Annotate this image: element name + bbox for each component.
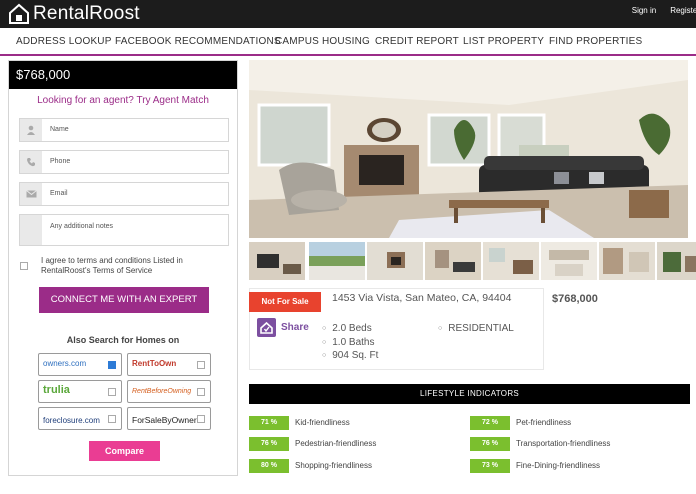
share-icon — [257, 318, 276, 337]
property-type-feature: RESIDENTIAL — [438, 323, 514, 334]
partner-label: trulia — [43, 384, 70, 396]
notes-field[interactable]: Any additional notes — [19, 214, 229, 246]
photo-thumbnail[interactable] — [367, 242, 423, 280]
partner-label: RentBeforeOwning — [132, 388, 192, 395]
notes-placeholder: Any additional notes — [50, 223, 114, 230]
photo-thumbnail[interactable] — [541, 242, 597, 280]
terms-checkbox[interactable] — [20, 262, 28, 270]
top-bar: RentalRoost Sign in Register — [0, 0, 696, 28]
listing-main-photo[interactable] — [249, 60, 688, 238]
envelope-icon — [20, 183, 42, 205]
register-link[interactable]: Register — [670, 6, 696, 15]
agent-match-title: Looking for an agent? Try Agent Match — [37, 95, 209, 106]
lifestyle-label: Pet-friendliness — [516, 418, 572, 427]
partner-renttoown[interactable]: RentToOwn — [127, 353, 211, 376]
share-label: Share — [281, 322, 309, 333]
email-placeholder: Email — [50, 190, 68, 197]
house-logo-icon — [9, 3, 29, 24]
lifestyle-percent: 76 % — [249, 437, 289, 451]
partner-checkbox[interactable] — [108, 361, 116, 369]
partner-checkbox[interactable] — [108, 415, 116, 423]
photo-thumbnail[interactable] — [599, 242, 655, 280]
lifestyle-label: Fine-Dining-friendliness — [516, 461, 601, 470]
phone-placeholder: Phone — [50, 158, 71, 165]
lifestyle-label: Kid-friendliness — [295, 418, 350, 427]
panel-price: $768,000 — [9, 61, 237, 89]
partner-owners[interactable]: owners.com — [38, 353, 122, 376]
beds-feature: 2.0 Beds — [322, 323, 371, 334]
partner-checkbox[interactable] — [108, 388, 116, 396]
partner-rentbeforeowning[interactable]: RentBeforeOwning — [127, 380, 211, 403]
nav-campus-housing[interactable]: CAMPUS HOUSING — [275, 36, 370, 47]
logo[interactable]: RentalRoost — [8, 2, 140, 26]
partner-label: RentToOwn — [132, 359, 177, 368]
photo-thumbnail[interactable] — [249, 242, 305, 280]
share-button[interactable]: Share — [257, 318, 309, 337]
compare-button[interactable]: Compare — [89, 441, 160, 461]
partner-label: ForSaleByOwner — [132, 415, 197, 425]
partner-foreclosure[interactable]: foreclosure.com — [38, 407, 122, 430]
nav-facebook-recommendations[interactable]: FACEBOOK RECOMMENDATIONS — [115, 36, 281, 47]
partner-trulia[interactable]: trulia — [38, 380, 122, 403]
sign-in-link[interactable]: Sign in — [632, 6, 656, 15]
phone-icon — [20, 151, 42, 173]
photo-thumbnail[interactable] — [425, 242, 481, 280]
lifestyle-percent: 71 % — [249, 416, 289, 430]
also-search-heading: Also Search for Homes on — [66, 335, 180, 345]
logo-text: RentalRoost — [33, 3, 140, 24]
living-room-image — [249, 60, 688, 238]
partner-label: foreclosure.com — [43, 416, 100, 425]
lifestyle-header: LIFESTYLE INDICATORS — [249, 384, 690, 404]
partner-checkbox[interactable] — [197, 388, 205, 396]
partner-checkbox[interactable] — [197, 415, 205, 423]
main-nav: ADDRESS LOOKUP FACEBOOK RECOMMENDATIONS … — [0, 28, 696, 56]
photo-thumbnail[interactable] — [657, 242, 696, 280]
lifestyle-label: Shopping-friendliness — [295, 461, 372, 470]
nav-address-lookup[interactable]: ADDRESS LOOKUP — [16, 36, 112, 47]
photo-thumbnail[interactable] — [483, 242, 539, 280]
agent-match-panel: $768,000 Looking for an agent? Try Agent… — [8, 60, 238, 476]
phone-field[interactable]: Phone — [19, 150, 229, 174]
notes-icon-area — [20, 215, 42, 245]
photo-thumbnail-strip — [249, 242, 696, 280]
lifestyle-percent: 73 % — [470, 459, 510, 473]
lifestyle-label: Transportation-friendliness — [516, 439, 611, 448]
partner-forsalebyowner[interactable]: ForSaleByOwner — [127, 407, 211, 430]
name-field[interactable]: Name — [19, 118, 229, 142]
nav-list-property[interactable]: LIST PROPERTY — [463, 36, 544, 47]
baths-feature: 1.0 Baths — [322, 337, 374, 348]
status-badge: Not For Sale — [249, 292, 321, 312]
terms-text: I agree to terms and conditions Listed i… — [41, 256, 183, 275]
photo-thumbnail[interactable] — [309, 242, 365, 280]
lifestyle-percent: 80 % — [249, 459, 289, 473]
listing-address: 1453 Via Vista, San Mateo, CA, 94404 — [332, 292, 512, 304]
connect-expert-button[interactable]: CONNECT ME WITH AN EXPERT — [39, 287, 209, 313]
user-icon — [20, 119, 42, 141]
partner-label: owners.com — [43, 359, 87, 368]
email-field[interactable]: Email — [19, 182, 229, 206]
nav-find-properties[interactable]: FIND PROPERTIES — [549, 36, 642, 47]
lifestyle-label: Pedestrian-friendliness — [295, 439, 377, 448]
partner-checkbox[interactable] — [197, 361, 205, 369]
sqft-feature: 904 Sq. Ft — [322, 350, 378, 361]
listing-price: $768,000 — [552, 293, 598, 305]
name-placeholder: Name — [50, 126, 69, 133]
lifestyle-percent: 76 % — [470, 437, 510, 451]
nav-credit-report[interactable]: CREDIT REPORT — [375, 36, 459, 47]
lifestyle-percent: 72 % — [470, 416, 510, 430]
